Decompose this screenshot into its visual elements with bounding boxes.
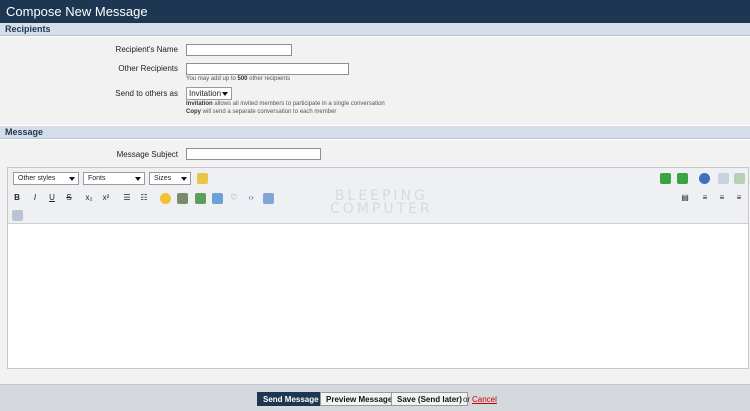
or-text: or [463,395,471,404]
link-icon[interactable] [177,193,188,204]
spoiler-icon[interactable] [263,193,274,204]
form-footer: Send Message Preview Message Save (Send … [0,384,750,411]
message-body-area[interactable] [8,225,748,368]
message-subject-field[interactable] [186,148,321,160]
invitation-hint: Invitation allows all invited members to… [186,101,385,107]
recipients-header: Recipients [0,23,750,36]
other-recipients-field[interactable] [186,63,349,75]
subscript-button[interactable]: x₂ [83,192,95,204]
send-as-select[interactable]: Invitation [186,87,232,100]
media-icon[interactable] [212,193,223,204]
send-as-label: Send to others as [115,89,178,98]
strikethrough-button[interactable]: S [63,192,75,204]
quote-icon[interactable]: ♡ [228,192,240,204]
copy-hint: Copy will send a separate conversation t… [186,109,337,115]
image-icon[interactable] [195,193,206,204]
other-recipients-label: Other Recipients [118,64,178,73]
chevron-down-icon [135,177,141,181]
bullet-list-icon[interactable]: ☰ [121,192,133,204]
code-icon[interactable]: ‹› [245,192,257,204]
numbered-list-icon[interactable]: ☷ [138,192,150,204]
superscript-button[interactable]: x² [100,192,112,204]
editor-toolbar: Other styles Fonts Sizes BLEEPING COMPUTE… [8,168,748,224]
help-icon[interactable] [699,173,710,184]
indent-icon[interactable]: ▤ [679,192,691,204]
redo-icon[interactable] [677,173,688,184]
chevron-down-icon [181,177,187,181]
recipient-name-label: Recipient's Name [115,45,178,54]
message-subject-label: Message Subject [116,150,178,159]
sizes-dropdown[interactable]: Sizes [149,172,191,185]
align-right-icon[interactable]: ≡ [733,192,745,204]
preview-message-button[interactable]: Preview Message [320,392,399,406]
page-title: Compose New Message [0,0,750,23]
underline-button[interactable]: U [46,192,58,204]
watermark: BLEEPING COMPUTER [330,188,433,217]
undo-icon[interactable] [660,173,671,184]
cancel-link[interactable]: Cancel [472,395,497,404]
align-left-icon[interactable]: ≡ [699,192,711,204]
save-send-later-button[interactable]: Save (Send later) [391,392,468,406]
paste-icon[interactable] [718,173,729,184]
recipient-name-field[interactable] [186,44,292,56]
emoticon-icon[interactable] [160,193,171,204]
italic-button[interactable]: I [29,192,41,204]
rich-text-editor: Other styles Fonts Sizes BLEEPING COMPUTE… [7,167,749,369]
bold-button[interactable]: B [11,192,23,204]
align-center-icon[interactable]: ≡ [716,192,728,204]
other-recipients-hint: You may add up to 500 other recipients [186,76,291,82]
message-header: Message [0,126,750,139]
remove-format-icon[interactable] [197,173,208,184]
fonts-dropdown[interactable]: Fonts [83,172,145,185]
send-message-button[interactable]: Send Message [257,392,325,406]
chevron-down-icon [222,92,228,96]
paste-text-icon[interactable] [12,210,23,221]
styles-dropdown[interactable]: Other styles [13,172,79,185]
chevron-down-icon [69,177,75,181]
source-icon[interactable] [734,173,745,184]
